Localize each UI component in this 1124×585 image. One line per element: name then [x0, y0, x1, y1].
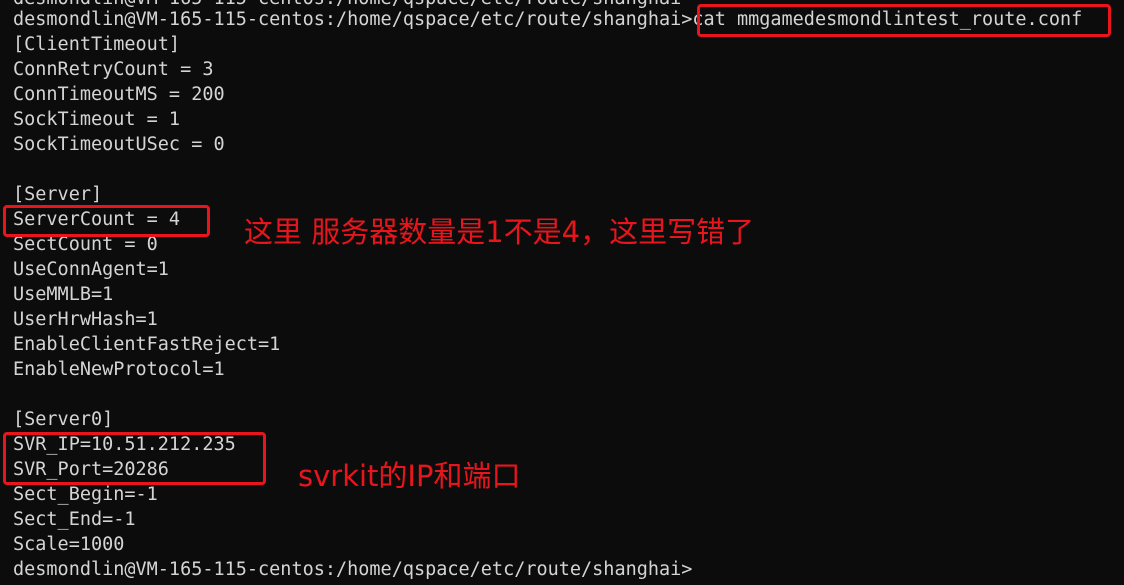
conf-line: Sect_End=-1 [13, 509, 136, 530]
conf-line: Sect_Begin=-1 [13, 484, 158, 505]
highlight-box-server-count [3, 205, 210, 237]
highlight-box-svr-address [3, 432, 266, 485]
conf-line: ConnRetryCount = 3 [13, 59, 214, 80]
conf-line: Scale=1000 [13, 534, 125, 555]
conf-line: EnableNewProtocol=1 [13, 359, 225, 380]
conf-line: [Server] [13, 184, 103, 205]
conf-line: EnableClientFastReject=1 [13, 334, 281, 355]
annotation-svrkit-address: svrkit的IP和端口 [298, 459, 521, 493]
conf-line: [Server0] [13, 409, 114, 430]
terminal-window[interactable]: desmondlin@VM-165-115-centos:/home/qspac… [0, 0, 1124, 585]
annotation-server-count: 这里 服务器数量是1不是4，这里写错了 [244, 215, 755, 249]
terminal-final-prompt: desmondlin@VM-165-115-centos:/home/qspac… [13, 559, 693, 580]
conf-line: UseMMLB=1 [13, 284, 114, 305]
conf-line: [ClientTimeout] [13, 34, 181, 55]
conf-line: SockTimeoutUSec = 0 [13, 134, 225, 155]
conf-line: ConnTimeoutMS = 200 [13, 84, 225, 105]
highlight-box-command [697, 4, 1111, 37]
conf-line: UseConnAgent=1 [13, 259, 169, 280]
conf-line: SockTimeout = 1 [13, 109, 181, 130]
conf-line: UserHrwHash=1 [13, 309, 158, 330]
shell-prompt: desmondlin@VM-165-115-centos:/home/qspac… [13, 9, 693, 30]
